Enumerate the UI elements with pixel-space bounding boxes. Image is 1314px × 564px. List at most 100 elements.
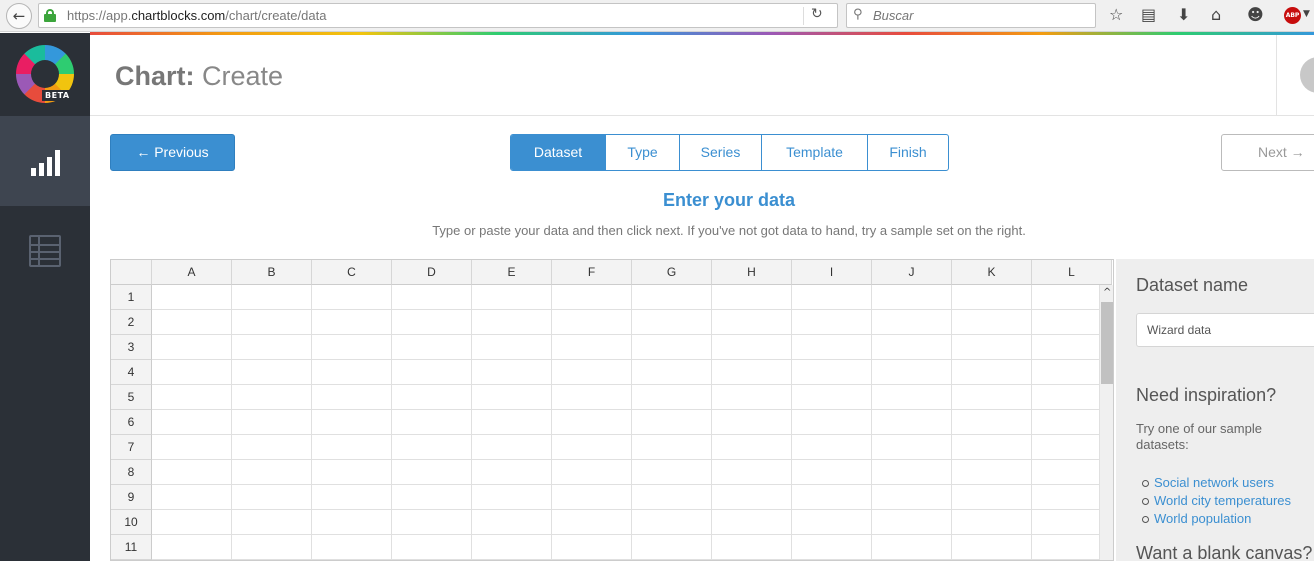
grid-cell[interactable] bbox=[392, 410, 472, 435]
grid-cell[interactable] bbox=[472, 310, 552, 335]
column-header[interactable]: D bbox=[392, 260, 472, 285]
grid-cell[interactable] bbox=[152, 485, 232, 510]
grid-cell[interactable] bbox=[232, 510, 312, 535]
grid-cell[interactable] bbox=[312, 335, 392, 360]
grid-cell[interactable] bbox=[152, 460, 232, 485]
grid-cell[interactable] bbox=[232, 460, 312, 485]
bookmark-star-icon[interactable]: ☆ bbox=[1109, 5, 1123, 25]
grid-cell[interactable] bbox=[312, 435, 392, 460]
grid-cell[interactable] bbox=[952, 385, 1032, 410]
grid-cell[interactable] bbox=[952, 460, 1032, 485]
grid-cell[interactable] bbox=[872, 335, 952, 360]
grid-cell[interactable] bbox=[472, 285, 552, 310]
grid-cell[interactable] bbox=[712, 410, 792, 435]
grid-cell[interactable] bbox=[472, 535, 552, 560]
grid-cell[interactable] bbox=[952, 335, 1032, 360]
column-header[interactable]: J bbox=[872, 260, 952, 285]
download-icon[interactable]: ⬇ bbox=[1177, 5, 1190, 25]
grid-cell[interactable] bbox=[792, 360, 872, 385]
grid-cell[interactable] bbox=[552, 335, 632, 360]
grid-cell[interactable] bbox=[312, 410, 392, 435]
grid-cell[interactable] bbox=[312, 460, 392, 485]
grid-cell[interactable] bbox=[312, 310, 392, 335]
grid-cell[interactable] bbox=[792, 485, 872, 510]
grid-cell[interactable] bbox=[392, 360, 472, 385]
grid-cell[interactable] bbox=[632, 360, 712, 385]
grid-cell[interactable] bbox=[712, 460, 792, 485]
grid-cell[interactable] bbox=[872, 360, 952, 385]
back-icon[interactable]: ← bbox=[6, 3, 32, 29]
grid-cell[interactable] bbox=[792, 310, 872, 335]
search-bar[interactable]: ⚲ Buscar bbox=[846, 3, 1096, 28]
adblock-icon[interactable]: ABP bbox=[1284, 7, 1301, 24]
grid-cell[interactable] bbox=[952, 360, 1032, 385]
reload-icon[interactable]: ↻ bbox=[811, 6, 823, 22]
row-header[interactable]: 10 bbox=[111, 510, 152, 535]
next-button[interactable]: Next → bbox=[1221, 134, 1314, 171]
grid-cell[interactable] bbox=[552, 435, 632, 460]
grid-cell[interactable] bbox=[392, 285, 472, 310]
grid-cell[interactable] bbox=[472, 410, 552, 435]
adblock-menu-caret-icon[interactable]: ▼ bbox=[1303, 9, 1310, 19]
grid-cell[interactable] bbox=[232, 410, 312, 435]
grid-cell[interactable] bbox=[312, 510, 392, 535]
grid-cell[interactable] bbox=[712, 485, 792, 510]
column-header[interactable]: L bbox=[1032, 260, 1112, 285]
row-header[interactable]: 6 bbox=[111, 410, 152, 435]
grid-cell[interactable] bbox=[392, 485, 472, 510]
grid-cell[interactable] bbox=[792, 535, 872, 560]
row-header[interactable]: 9 bbox=[111, 485, 152, 510]
column-header[interactable]: B bbox=[232, 260, 312, 285]
column-header[interactable]: K bbox=[952, 260, 1032, 285]
corner-cell[interactable] bbox=[111, 260, 152, 285]
grid-cell[interactable] bbox=[632, 485, 712, 510]
grid-cell[interactable] bbox=[232, 360, 312, 385]
grid-cell[interactable] bbox=[952, 435, 1032, 460]
grid-cell[interactable] bbox=[792, 435, 872, 460]
grid-cell[interactable] bbox=[712, 535, 792, 560]
grid-cell[interactable] bbox=[152, 310, 232, 335]
dataset-name-input[interactable] bbox=[1136, 313, 1314, 347]
grid-cell[interactable] bbox=[792, 460, 872, 485]
grid-cell[interactable] bbox=[952, 410, 1032, 435]
grid-cell[interactable] bbox=[152, 510, 232, 535]
grid-cell[interactable] bbox=[712, 435, 792, 460]
step-template[interactable]: Template bbox=[762, 135, 868, 170]
reading-list-icon[interactable]: ▤ bbox=[1141, 5, 1156, 25]
grid-cell[interactable] bbox=[712, 510, 792, 535]
grid-cell[interactable] bbox=[712, 385, 792, 410]
grid-cell[interactable] bbox=[232, 310, 312, 335]
grid-cell[interactable] bbox=[152, 410, 232, 435]
grid-cell[interactable] bbox=[632, 460, 712, 485]
grid-cell[interactable] bbox=[872, 510, 952, 535]
column-header[interactable]: C bbox=[312, 260, 392, 285]
grid-cell[interactable] bbox=[152, 435, 232, 460]
grid-cell[interactable] bbox=[552, 385, 632, 410]
grid-cell[interactable] bbox=[392, 310, 472, 335]
grid-cell[interactable] bbox=[472, 510, 552, 535]
grid-cell[interactable] bbox=[152, 335, 232, 360]
scrollbar-thumb[interactable] bbox=[1101, 302, 1113, 384]
row-header[interactable]: 4 bbox=[111, 360, 152, 385]
grid-cell[interactable] bbox=[312, 360, 392, 385]
grid-cell[interactable] bbox=[392, 385, 472, 410]
row-header[interactable]: 7 bbox=[111, 435, 152, 460]
grid-cell[interactable] bbox=[952, 310, 1032, 335]
step-series[interactable]: Series bbox=[680, 135, 762, 170]
grid-cell[interactable] bbox=[232, 385, 312, 410]
grid-cell[interactable] bbox=[792, 285, 872, 310]
step-finish[interactable]: Finish bbox=[868, 135, 948, 170]
grid-cell[interactable] bbox=[632, 285, 712, 310]
grid-cell[interactable] bbox=[312, 385, 392, 410]
grid-cell[interactable] bbox=[232, 335, 312, 360]
grid-cell[interactable] bbox=[392, 510, 472, 535]
row-header[interactable]: 2 bbox=[111, 310, 152, 335]
grid-cell[interactable] bbox=[632, 410, 712, 435]
grid-cell[interactable] bbox=[152, 385, 232, 410]
grid-cell[interactable] bbox=[552, 510, 632, 535]
home-icon[interactable]: ⌂ bbox=[1211, 5, 1221, 25]
grid-cell[interactable] bbox=[872, 535, 952, 560]
grid-cell[interactable] bbox=[152, 535, 232, 560]
grid-cell[interactable] bbox=[952, 510, 1032, 535]
row-header[interactable]: 1 bbox=[111, 285, 152, 310]
